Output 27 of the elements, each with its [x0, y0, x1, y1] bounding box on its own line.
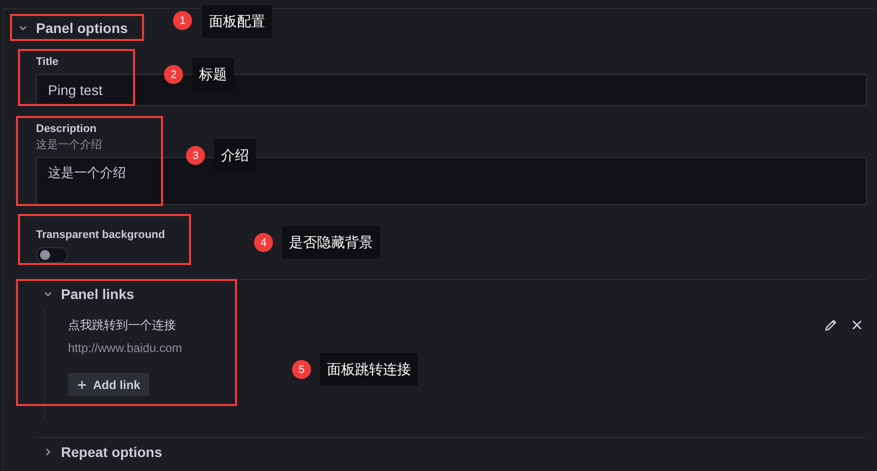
callout-label: 标题: [192, 58, 234, 91]
callout-label: 是否隐藏背景: [282, 226, 380, 259]
field-description: 这是一个介绍: [36, 138, 102, 152]
edit-icon[interactable]: [824, 318, 838, 332]
section-header[interactable]: Panel options: [4, 9, 128, 47]
chevron-right-icon: [43, 447, 53, 457]
chevron-down-icon: [43, 289, 53, 299]
field-label: Transparent background: [36, 228, 165, 242]
number-badge: 2: [164, 65, 183, 84]
plus-icon: [77, 380, 87, 390]
number-badge: 1: [173, 11, 192, 30]
callout-label: 面板跳转连接: [320, 353, 418, 386]
field-label: Title: [36, 55, 58, 69]
callout-label: 面板配置: [202, 5, 272, 38]
link-url: http://www.baidu.com: [68, 340, 182, 356]
toggle-switch[interactable]: [36, 247, 68, 263]
section-header[interactable]: Panel links: [36, 280, 134, 308]
field-label: Description: [36, 122, 97, 136]
number-badge: 3: [186, 146, 205, 165]
number-badge: 4: [254, 233, 273, 252]
chevron-down-icon: [18, 23, 28, 33]
callout-label: 介绍: [214, 139, 256, 172]
number-badge: 5: [292, 360, 311, 379]
section-header[interactable]: Repeat options: [36, 438, 162, 466]
add-link-button[interactable]: Add link: [68, 373, 150, 396]
link-title[interactable]: 点我跳转到一个连接: [68, 317, 176, 333]
close-icon[interactable]: [852, 320, 862, 330]
